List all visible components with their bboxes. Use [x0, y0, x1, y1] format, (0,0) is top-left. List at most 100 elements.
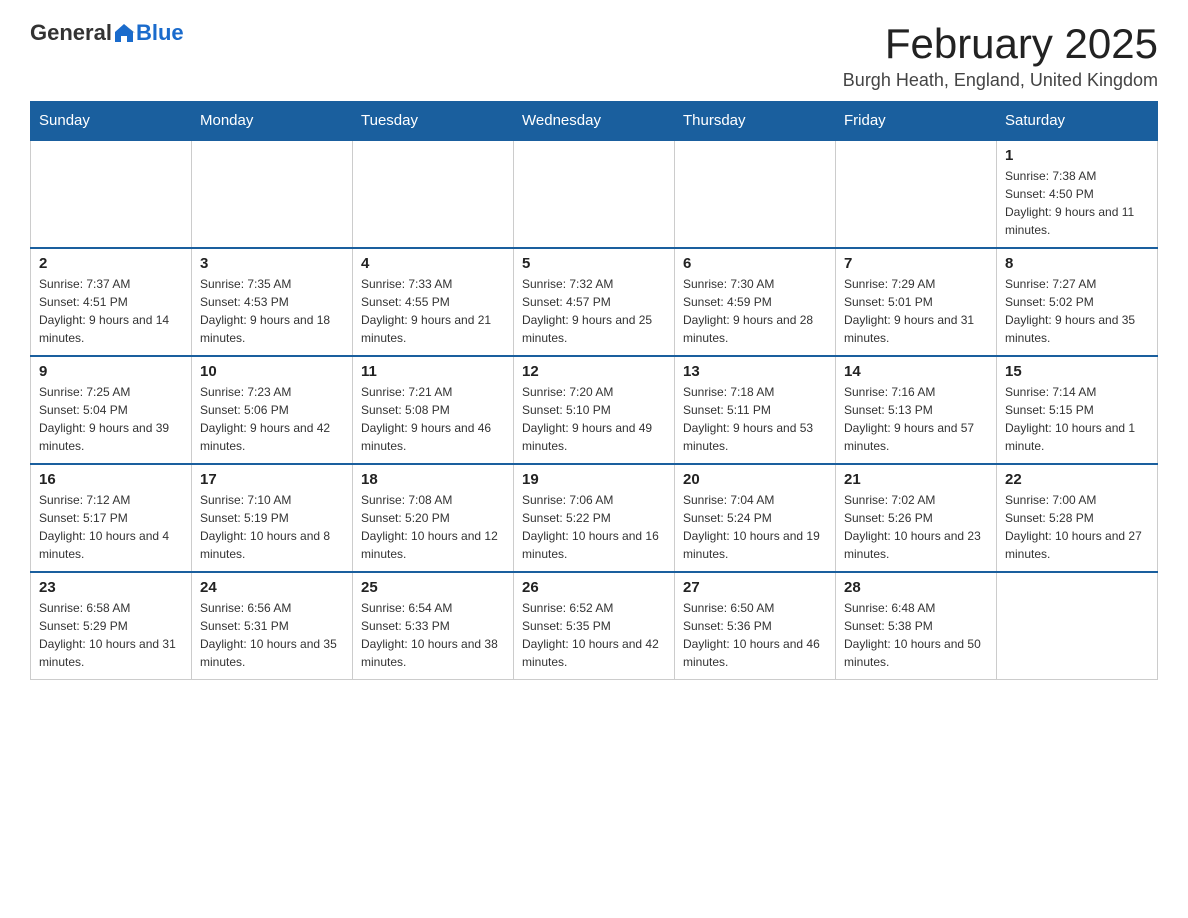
day-number: 26 [522, 579, 666, 596]
calendar-table: Sunday Monday Tuesday Wednesday Thursday… [30, 101, 1158, 680]
header-thursday: Thursday [675, 102, 836, 141]
day-info: Sunrise: 7:32 AMSunset: 4:57 PMDaylight:… [522, 275, 666, 347]
calendar-cell: 26Sunrise: 6:52 AMSunset: 5:35 PMDayligh… [514, 572, 675, 680]
day-number: 12 [522, 363, 666, 380]
calendar-cell: 1 Sunrise: 7:38 AMSunset: 4:50 PMDaylight… [997, 140, 1158, 248]
header-saturday: Saturday [997, 102, 1158, 141]
calendar-cell: 16 Sunrise: 7:12 AMSunset: 5:17 PMDayligh… [31, 464, 192, 572]
calendar-cell: 22Sunrise: 7:00 AMSunset: 5:28 PMDayligh… [997, 464, 1158, 572]
title-section: February 2025 Burgh Heath, England, Unit… [843, 20, 1158, 91]
weekday-header-row: Sunday Monday Tuesday Wednesday Thursday… [31, 102, 1158, 141]
day-info: Sunrise: 7:35 AMSunset: 4:53 PMDaylight:… [200, 275, 344, 347]
day-number: 24 [200, 579, 344, 596]
calendar-cell: 12 Sunrise: 7:20 AMSunset: 5:10 PMDayligh… [514, 356, 675, 464]
day-number: 25 [361, 579, 505, 596]
day-info: Sunrise: 6:54 AMSunset: 5:33 PMDaylight:… [361, 599, 505, 671]
day-info: Sunrise: 7:37 AMSunset: 4:51 PMDaylight:… [39, 275, 183, 347]
day-number: 13 [683, 363, 827, 380]
day-info: Sunrise: 6:50 AMSunset: 5:36 PMDaylight:… [683, 599, 827, 671]
day-number: 15 [1005, 363, 1149, 380]
day-number: 3 [200, 255, 344, 272]
header-sunday: Sunday [31, 102, 192, 141]
day-number: 8 [1005, 255, 1149, 272]
day-info: Sunrise: 7:20 AMSunset: 5:10 PMDaylight:… [522, 383, 666, 455]
day-info: Sunrise: 7:23 AMSunset: 5:06 PMDaylight:… [200, 383, 344, 455]
day-number: 21 [844, 471, 988, 488]
day-number: 11 [361, 363, 505, 380]
calendar-cell: 17 Sunrise: 7:10 AMSunset: 5:19 PMDayligh… [192, 464, 353, 572]
page-header: General Blue February 2025 Burgh Heath, … [30, 20, 1158, 91]
calendar-cell: 7 Sunrise: 7:29 AMSunset: 5:01 PMDaylight… [836, 248, 997, 356]
calendar-cell: 5 Sunrise: 7:32 AMSunset: 4:57 PMDaylight… [514, 248, 675, 356]
day-info: Sunrise: 7:33 AMSunset: 4:55 PMDaylight:… [361, 275, 505, 347]
calendar-cell: 4 Sunrise: 7:33 AMSunset: 4:55 PMDaylight… [353, 248, 514, 356]
day-info: Sunrise: 7:12 AMSunset: 5:17 PMDaylight:… [39, 491, 183, 563]
week-row-4: 16 Sunrise: 7:12 AMSunset: 5:17 PMDayligh… [31, 464, 1158, 572]
calendar-cell [997, 572, 1158, 680]
day-number: 5 [522, 255, 666, 272]
day-info: Sunrise: 7:27 AMSunset: 5:02 PMDaylight:… [1005, 275, 1149, 347]
calendar-cell: 10 Sunrise: 7:23 AMSunset: 5:06 PMDayligh… [192, 356, 353, 464]
logo-blue: Blue [136, 20, 184, 46]
day-number: 20 [683, 471, 827, 488]
calendar-cell [353, 140, 514, 248]
calendar-cell: 21Sunrise: 7:02 AMSunset: 5:26 PMDayligh… [836, 464, 997, 572]
calendar-cell: 6 Sunrise: 7:30 AMSunset: 4:59 PMDaylight… [675, 248, 836, 356]
day-info: Sunrise: 6:56 AMSunset: 5:31 PMDaylight:… [200, 599, 344, 671]
day-number: 7 [844, 255, 988, 272]
day-number: 27 [683, 579, 827, 596]
logo-house-icon [113, 22, 135, 44]
calendar-cell [675, 140, 836, 248]
day-number: 2 [39, 255, 183, 272]
header-monday: Monday [192, 102, 353, 141]
day-info: Sunrise: 7:21 AMSunset: 5:08 PMDaylight:… [361, 383, 505, 455]
day-number: 17 [200, 471, 344, 488]
day-number: 1 [1005, 147, 1149, 164]
calendar-cell: 9Sunrise: 7:25 AMSunset: 5:04 PMDaylight… [31, 356, 192, 464]
calendar-cell: 14Sunrise: 7:16 AMSunset: 5:13 PMDayligh… [836, 356, 997, 464]
day-number: 23 [39, 579, 183, 596]
calendar-cell: 19 Sunrise: 7:06 AMSunset: 5:22 PMDayligh… [514, 464, 675, 572]
logo-text: General Blue [30, 20, 184, 46]
calendar-cell: 11 Sunrise: 7:21 AMSunset: 5:08 PMDayligh… [353, 356, 514, 464]
day-info: Sunrise: 7:18 AMSunset: 5:11 PMDaylight:… [683, 383, 827, 455]
calendar-cell: 24 Sunrise: 6:56 AMSunset: 5:31 PMDayligh… [192, 572, 353, 680]
day-info: Sunrise: 7:25 AMSunset: 5:04 PMDaylight:… [39, 383, 183, 455]
day-number: 16 [39, 471, 183, 488]
calendar-cell: 8 Sunrise: 7:27 AMSunset: 5:02 PMDaylight… [997, 248, 1158, 356]
calendar-cell [31, 140, 192, 248]
day-number: 4 [361, 255, 505, 272]
calendar-cell [192, 140, 353, 248]
day-number: 6 [683, 255, 827, 272]
calendar-cell: 2 Sunrise: 7:37 AMSunset: 4:51 PMDaylight… [31, 248, 192, 356]
day-info: Sunrise: 7:29 AMSunset: 5:01 PMDaylight:… [844, 275, 988, 347]
day-number: 14 [844, 363, 988, 380]
logo: General Blue [30, 20, 184, 46]
calendar-cell: 18Sunrise: 7:08 AMSunset: 5:20 PMDayligh… [353, 464, 514, 572]
calendar-cell: 15 Sunrise: 7:14 AMSunset: 5:15 PMDayligh… [997, 356, 1158, 464]
calendar-subtitle: Burgh Heath, England, United Kingdom [843, 70, 1158, 91]
calendar-cell [836, 140, 997, 248]
day-number: 18 [361, 471, 505, 488]
week-row-1: 1 Sunrise: 7:38 AMSunset: 4:50 PMDaylight… [31, 140, 1158, 248]
day-info: Sunrise: 7:00 AMSunset: 5:28 PMDaylight:… [1005, 491, 1149, 563]
calendar-cell [514, 140, 675, 248]
header-wednesday: Wednesday [514, 102, 675, 141]
week-row-2: 2 Sunrise: 7:37 AMSunset: 4:51 PMDaylight… [31, 248, 1158, 356]
calendar-cell: 28 Sunrise: 6:48 AMSunset: 5:38 PMDayligh… [836, 572, 997, 680]
day-info: Sunrise: 6:48 AMSunset: 5:38 PMDaylight:… [844, 599, 988, 671]
calendar-cell: 13 Sunrise: 7:18 AMSunset: 5:11 PMDayligh… [675, 356, 836, 464]
day-info: Sunrise: 7:38 AMSunset: 4:50 PMDaylight:… [1005, 167, 1149, 239]
calendar-cell: 3 Sunrise: 7:35 AMSunset: 4:53 PMDaylight… [192, 248, 353, 356]
day-number: 28 [844, 579, 988, 596]
calendar-cell: 27 Sunrise: 6:50 AMSunset: 5:36 PMDayligh… [675, 572, 836, 680]
day-info: Sunrise: 6:58 AMSunset: 5:29 PMDaylight:… [39, 599, 183, 671]
week-row-3: 9Sunrise: 7:25 AMSunset: 5:04 PMDaylight… [31, 356, 1158, 464]
day-info: Sunrise: 7:06 AMSunset: 5:22 PMDaylight:… [522, 491, 666, 563]
day-number: 19 [522, 471, 666, 488]
day-info: Sunrise: 7:10 AMSunset: 5:19 PMDaylight:… [200, 491, 344, 563]
day-info: Sunrise: 7:14 AMSunset: 5:15 PMDaylight:… [1005, 383, 1149, 455]
day-number: 10 [200, 363, 344, 380]
day-info: Sunrise: 7:30 AMSunset: 4:59 PMDaylight:… [683, 275, 827, 347]
logo-general: General [30, 20, 112, 46]
